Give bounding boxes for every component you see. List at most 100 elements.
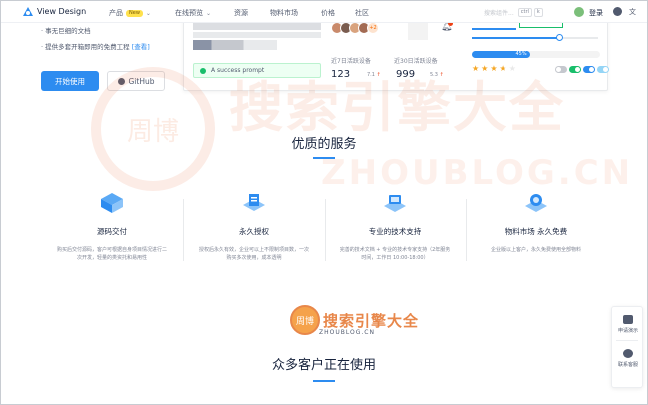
video-icon bbox=[623, 315, 633, 324]
user-avatar[interactable] bbox=[574, 7, 584, 17]
services-title: 优质的服务 bbox=[291, 137, 357, 152]
star-icon[interactable]: ★ bbox=[509, 64, 518, 73]
chevron-down-icon: ⌄ bbox=[206, 9, 212, 17]
material-market-icon bbox=[525, 194, 547, 212]
service-item: 永久授权 授权后永久有效，企业可以上不限制项目数，一次购买多次使用，成本透明 bbox=[191, 191, 317, 262]
search-input[interactable]: 搜索组件... ctrl k bbox=[484, 5, 550, 19]
customers-title: 众多客户正在使用 bbox=[271, 358, 376, 373]
switch-group bbox=[555, 66, 611, 73]
contact-support-label: 联系客服 bbox=[617, 362, 638, 368]
switch-toggle[interactable] bbox=[597, 66, 609, 73]
check-circle-icon bbox=[200, 67, 206, 74]
star-icon[interactable]: ★ bbox=[472, 64, 481, 73]
login-link[interactable]: 登录 bbox=[589, 8, 603, 18]
stat-30day-label: 近30日活跃设备 bbox=[394, 58, 438, 65]
nav-item-label: 资源 bbox=[234, 9, 248, 17]
service-title: 源码交付 bbox=[97, 227, 127, 236]
view-link[interactable]: [查看] bbox=[132, 43, 150, 51]
nav-item-online-preview[interactable]: 在线预览 ⌄ bbox=[175, 8, 211, 18]
bullet-item: · 提供多套开箱即用的免费工程 [查看] bbox=[41, 43, 150, 51]
placeholder-bar bbox=[193, 22, 321, 30]
star-icon[interactable]: ★ bbox=[481, 64, 490, 73]
section-underline bbox=[313, 380, 335, 382]
new-badge: New bbox=[126, 9, 143, 17]
bullet-item: · 事无巨细的文档 bbox=[41, 27, 91, 35]
feature-bullets: · 事无巨细的文档 · 提供多套开箱即用的免费工程 [查看] bbox=[41, 23, 150, 55]
start-button[interactable]: 开始使用 bbox=[41, 71, 99, 91]
stat-7day-change: 7.1 ↑ bbox=[367, 72, 381, 78]
view-design-logo-icon bbox=[23, 6, 33, 16]
request-demo-label: 申请演示 bbox=[617, 328, 638, 334]
progress-bar-fill: 45% bbox=[472, 51, 530, 58]
slider-track[interactable] bbox=[558, 37, 598, 39]
nav-item-product[interactable]: 产品 New ⌄ bbox=[109, 8, 151, 18]
stat-30day-value: 999 bbox=[396, 69, 416, 80]
avatar-group: +2 bbox=[331, 22, 379, 34]
divider bbox=[183, 199, 184, 261]
service-desc: 授权后永久有效，企业可以上不限制项目数，一次购买多次使用，成本透明 bbox=[198, 247, 309, 261]
chat-icon bbox=[623, 349, 633, 358]
chevron-down-icon: ⌄ bbox=[145, 9, 151, 17]
contact-support-button[interactable]: 联系客服 bbox=[612, 349, 644, 368]
brand-logo[interactable]: View Design bbox=[23, 6, 87, 17]
service-item: 源码交付 购买后交付源码，客户可根据自身项目情况进行二次开发，轻量的类资托和易用… bbox=[49, 191, 175, 262]
nav-item-community[interactable]: 社区 bbox=[355, 8, 369, 18]
progress-bar: 45% bbox=[472, 51, 600, 58]
translate-icon[interactable]: 文 bbox=[629, 7, 636, 17]
watermark-domain: ZHOUBLOG.CN bbox=[321, 153, 634, 193]
alert-text: A success prompt bbox=[211, 67, 265, 74]
star-rating[interactable]: ★★★★★ bbox=[472, 64, 518, 73]
github-icon[interactable] bbox=[613, 7, 622, 16]
switch-toggle[interactable] bbox=[569, 66, 581, 73]
brand-name: View Design bbox=[37, 7, 87, 16]
placeholder-bar bbox=[193, 32, 321, 38]
watermark-domain-small: ZHOUBLOG.CN bbox=[319, 329, 375, 336]
box-icon bbox=[101, 193, 123, 213]
switch-toggle[interactable] bbox=[583, 66, 595, 73]
star-half-icon[interactable]: ★ bbox=[500, 64, 509, 73]
service-title: 专业的技术支持 bbox=[368, 227, 422, 236]
service-title: 物料市场 永久免费 bbox=[504, 227, 568, 236]
nav-item-pricing[interactable]: 价格 bbox=[321, 8, 335, 18]
service-item: 物料市场 永久免费 企业版以上客户，永久免费使用全部物料 bbox=[473, 191, 599, 254]
service-desc: 企业版以上客户，永久免费使用全部物料 bbox=[490, 247, 581, 253]
top-nav: View Design 产品 New ⌄ 在线预览 ⌄ 资源 物料市场 价格 社… bbox=[1, 1, 647, 23]
nav-item-label: 在线预览 bbox=[175, 9, 203, 17]
github-button-label: GitHub bbox=[128, 76, 155, 86]
divider bbox=[466, 199, 467, 261]
service-item: 专业的技术支持 完善的技术文档 + 专业的技术专家支持（2年服务时间，工作日 1… bbox=[332, 191, 458, 262]
stat-7day-label: 近7日活跃设备 bbox=[331, 58, 371, 65]
service-desc: 完善的技术文档 + 专业的技术专家支持（2年服务时间，工作日 10:00-18:… bbox=[339, 247, 451, 261]
nav-item-material-market[interactable]: 物料市场 bbox=[270, 8, 298, 18]
service-desc: 购买后交付源码，客户可根据自身项目情况进行二次开发，轻量的类资托和易用性 bbox=[56, 247, 167, 261]
section-underline bbox=[313, 157, 335, 159]
star-icon[interactable]: ★ bbox=[490, 64, 499, 73]
nav-item-label: 产品 bbox=[109, 9, 123, 17]
shortcut-key-k: k bbox=[533, 7, 543, 17]
slider-handle[interactable] bbox=[556, 34, 563, 41]
placeholder-square bbox=[408, 20, 428, 40]
nav-item-label: 物料市场 bbox=[270, 9, 298, 17]
component-demo-card: A success prompt +2 🔔︎ 近7日活跃设备 123 7.1 ↑… bbox=[183, 19, 611, 91]
stat-30day-change: 5.3 ↑ bbox=[430, 72, 444, 78]
service-title: 永久授权 bbox=[239, 227, 269, 236]
tech-support-icon bbox=[384, 195, 406, 212]
placeholder-bar bbox=[193, 40, 277, 50]
success-alert: A success prompt bbox=[193, 63, 321, 78]
github-button[interactable]: GitHub bbox=[107, 71, 165, 91]
watermark-seal-small: 周博 bbox=[290, 305, 320, 335]
divider bbox=[325, 199, 326, 261]
github-icon bbox=[117, 77, 125, 85]
nav-item-resources[interactable]: 资源 bbox=[234, 8, 248, 18]
switch-toggle[interactable] bbox=[555, 66, 567, 73]
authorization-icon bbox=[243, 194, 265, 211]
nav-item-label: 价格 bbox=[321, 9, 335, 17]
avatar-more: +2 bbox=[367, 22, 379, 34]
search-placeholder: 搜索组件... bbox=[484, 9, 514, 17]
stat-7day-value: 123 bbox=[331, 69, 351, 80]
progress-line bbox=[472, 28, 516, 30]
watermark-title-small: 搜索引擎大全 bbox=[323, 311, 420, 330]
nav-item-label: 社区 bbox=[355, 9, 369, 17]
request-demo-button[interactable]: 申请演示 bbox=[612, 315, 644, 334]
page: View Design 产品 New ⌄ 在线预览 ⌄ 资源 物料市场 价格 社… bbox=[0, 0, 648, 405]
